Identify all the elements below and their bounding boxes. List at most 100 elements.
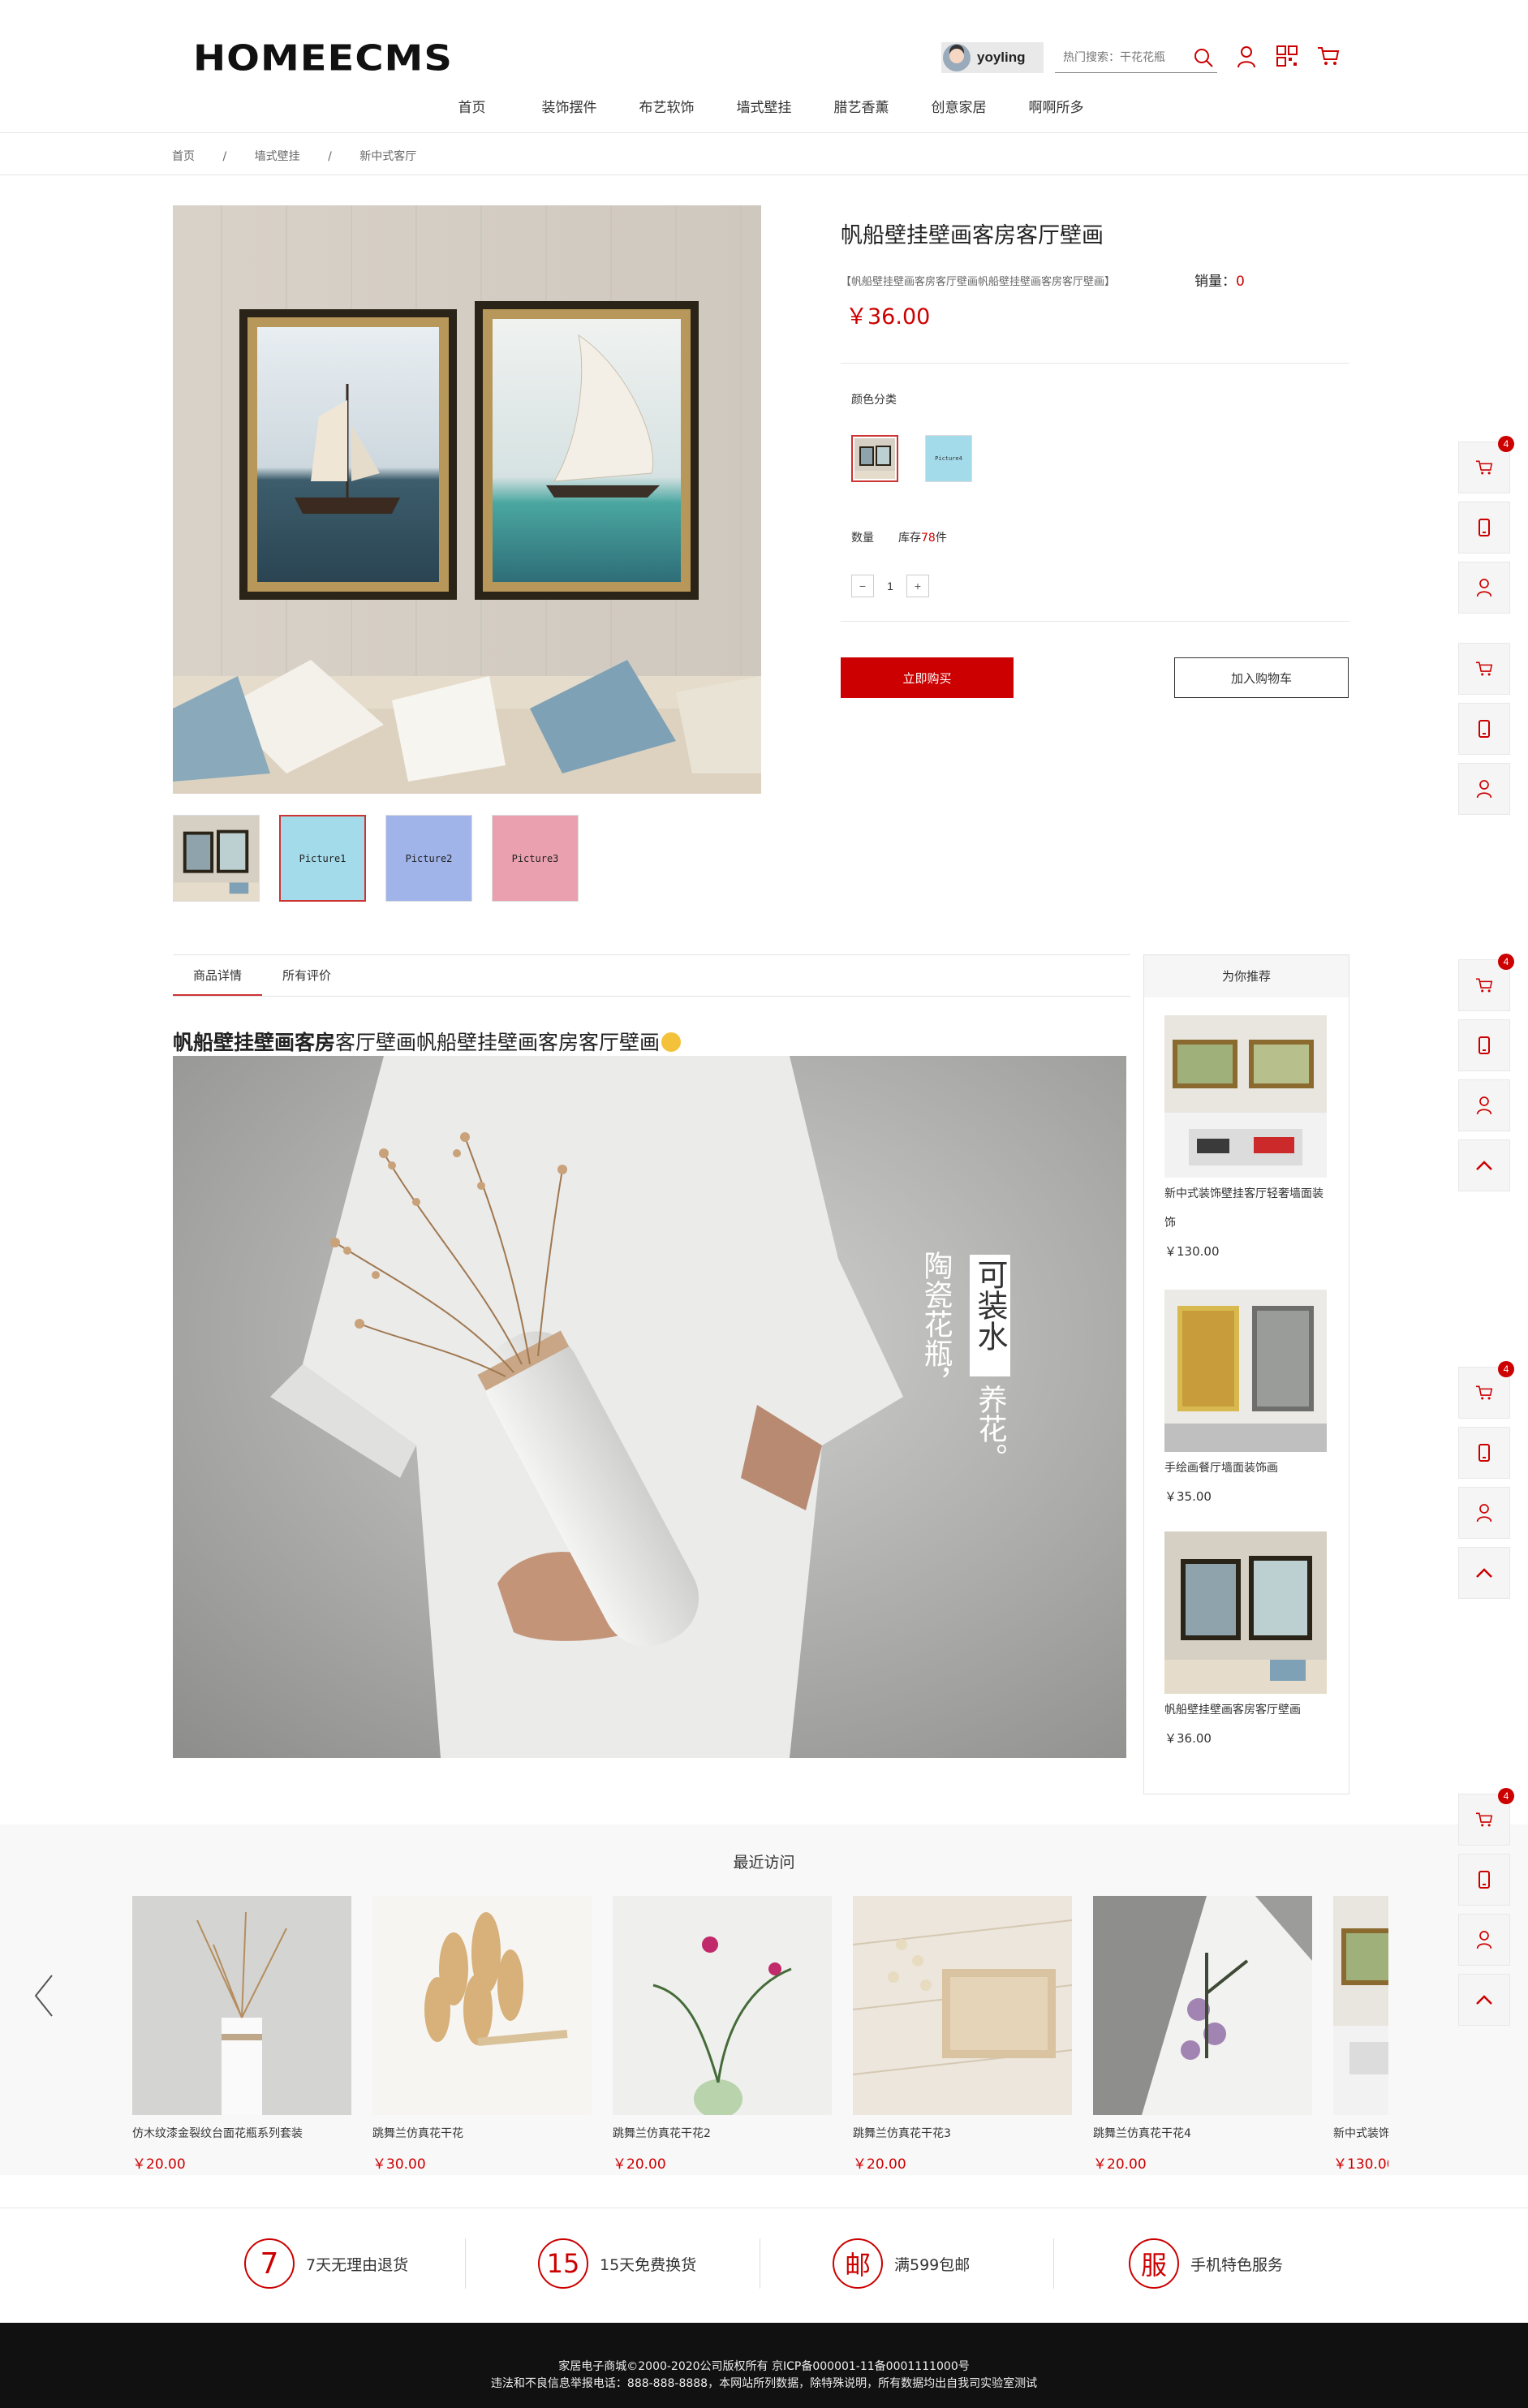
recent-image[interactable] (1333, 1896, 1388, 2115)
crumb-current[interactable]: 新中式客厅 (359, 150, 416, 163)
cart-icon (1476, 661, 1493, 676)
user-icon (1476, 579, 1492, 597)
recent-image[interactable] (613, 1896, 832, 2115)
detail-image: 陶瓷花瓶， 可装水 养花。 (173, 1056, 1126, 1758)
recent-image[interactable] (1093, 1896, 1312, 2115)
increase-button[interactable]: + (906, 575, 929, 597)
side-cart-button[interactable] (1458, 643, 1510, 695)
color-label: 颜色分类 (851, 394, 897, 407)
nav-more[interactable]: 啊啊所多 (1008, 96, 1105, 116)
recent-name[interactable]: 仿木纹漆金裂纹台面花瓶系列套装 (132, 2125, 351, 2141)
nav-wall[interactable]: 墙式壁挂 (716, 96, 813, 116)
search-bar[interactable] (1055, 42, 1217, 73)
stock-unit: 件 (935, 532, 947, 545)
product-main-image[interactable] (173, 205, 761, 794)
recommend-item[interactable]: 手绘画餐厅墙面装饰画 ￥35.00 (1164, 1290, 1327, 1505)
recommend-name[interactable]: 帆船壁挂壁画客房客厅壁画 (1164, 1695, 1327, 1725)
decrease-button[interactable]: − (851, 575, 874, 597)
nav-decor[interactable]: 装饰摆件 (521, 96, 618, 116)
recent-carousel: 仿木纹漆金裂纹台面花瓶系列套装 ￥20.00 跳舞兰仿真花干花 ￥30.00 跳… (132, 1896, 1388, 2172)
search-input[interactable] (1055, 50, 1185, 64)
quantity-value[interactable]: 1 (874, 579, 906, 592)
detail-tabs: 商品详情 所有评价 (173, 954, 1130, 997)
recent-item[interactable]: 跳舞兰仿真花干花 ￥30.00 (372, 1896, 592, 2172)
recent-price: ￥30.00 (372, 2156, 426, 2172)
recent-name[interactable]: 新中式装饰 (1333, 2125, 1388, 2141)
nav-home[interactable]: 首页 (424, 96, 521, 116)
recommend-item[interactable]: 新中式装饰壁挂客厅轻奢墙面装饰 ￥130.00 (1164, 1015, 1327, 1260)
mobile-icon (1479, 1444, 1490, 1462)
recommend-image[interactable] (1164, 1531, 1327, 1694)
search-icon[interactable] (1193, 47, 1214, 68)
vase-text-1: 陶瓷花瓶， (919, 1251, 953, 1397)
footer: 家居电子商城©2000-2020公司版权所有 京ICP备000001-11备00… (0, 2323, 1528, 2408)
recent-name[interactable]: 跳舞兰仿真花干花2 (613, 2125, 832, 2141)
recent-item[interactable]: 新中式装饰 ￥130.00 (1333, 1896, 1388, 2172)
carousel-prev-icon[interactable] (32, 1974, 55, 2018)
side-cart-button[interactable]: 4 (1458, 436, 1514, 493)
side-user-button[interactable] (1458, 562, 1510, 614)
recommend-image[interactable] (1164, 1015, 1327, 1178)
thumbnail-2[interactable]: Picture2 (385, 815, 472, 902)
add-to-cart-button[interactable]: 加入购物车 (1174, 657, 1349, 698)
side-mobile-button[interactable] (1458, 1427, 1510, 1479)
color-swatch-1[interactable]: Picture4 (925, 435, 972, 482)
thumbnail-3[interactable]: Picture3 (492, 815, 579, 902)
recent-name[interactable]: 跳舞兰仿真花干花 (372, 2125, 592, 2141)
side-user-button[interactable] (1458, 1487, 1510, 1539)
side-mobile-button[interactable] (1458, 1854, 1510, 1906)
back-to-top-button[interactable] (1458, 1547, 1510, 1599)
tab-reviews[interactable]: 所有评价 (262, 955, 351, 996)
user-chip[interactable]: yoyling (941, 42, 1044, 73)
back-to-top-button[interactable] (1458, 1139, 1510, 1191)
divider (841, 621, 1349, 622)
side-mobile-button[interactable] (1458, 502, 1510, 554)
user-icon[interactable] (1237, 45, 1256, 68)
recent-image[interactable] (853, 1896, 1072, 2115)
recent-image[interactable] (372, 1896, 592, 2115)
recent-price: ￥20.00 (613, 2156, 666, 2172)
recent-item[interactable]: 跳舞兰仿真花干花4 ￥20.00 (1093, 1896, 1312, 2172)
recent-item[interactable]: 跳舞兰仿真花干花2 ￥20.00 (613, 1896, 832, 2172)
footer-notice: 违法和不良信息举报电话：888-888-8888，本网站所列数据，除特殊说明，所… (490, 2377, 1038, 2390)
recommend-name[interactable]: 新中式装饰壁挂客厅轻奢墙面装饰 (1164, 1179, 1327, 1238)
recommend-image[interactable] (1164, 1290, 1327, 1452)
thumbnail-1[interactable]: Picture1 (279, 815, 366, 902)
side-cart-button[interactable]: 4 (1458, 954, 1514, 1011)
back-to-top-button[interactable] (1458, 1974, 1510, 2026)
nav-fabric[interactable]: 布艺软饰 (618, 96, 716, 116)
quantity-stepper: − 1 + (851, 575, 929, 597)
thumbnail-0[interactable] (173, 815, 260, 902)
site-logo[interactable]: HOMEECMS (193, 38, 453, 79)
recommend-name[interactable]: 手绘画餐厅墙面装饰画 (1164, 1454, 1327, 1483)
recommend-price: ￥130.00 (1164, 1244, 1220, 1259)
side-user-button[interactable] (1458, 1079, 1510, 1131)
nav-aroma[interactable]: 腊艺香薰 (813, 96, 910, 116)
recent-item[interactable]: 仿木纹漆金裂纹台面花瓶系列套装 ￥20.00 (132, 1896, 351, 2172)
qrcode-icon[interactable] (1276, 45, 1298, 67)
side-user-button[interactable] (1458, 763, 1510, 815)
crumb-wall[interactable]: 墙式壁挂 (255, 150, 300, 163)
mobile-icon (1479, 720, 1490, 738)
side-mobile-button[interactable] (1458, 1019, 1510, 1071)
crumb-home[interactable]: 首页 (172, 150, 195, 163)
service-label: 手机特色服务 (1190, 2255, 1284, 2274)
side-user-button[interactable] (1458, 1914, 1510, 1966)
cart-icon[interactable] (1317, 45, 1340, 67)
nav-creative[interactable]: 创意家居 (910, 96, 1008, 116)
side-mobile-button[interactable] (1458, 703, 1510, 755)
recommend-item[interactable]: 帆船壁挂壁画客房客厅壁画 ￥36.00 (1164, 1531, 1327, 1747)
color-swatch-0[interactable] (851, 435, 898, 482)
recent-image[interactable] (132, 1896, 351, 2115)
detail-title-rest: 客厅壁画帆船壁挂壁画客房客厅壁画 (335, 1031, 661, 1054)
side-cart-button[interactable]: 4 (1458, 1361, 1514, 1419)
tab-details[interactable]: 商品详情 (173, 955, 263, 996)
side-cart-button[interactable]: 4 (1458, 1788, 1514, 1846)
thumbnail-strip: Picture1 Picture2 Picture3 (173, 815, 579, 902)
recent-name[interactable]: 跳舞兰仿真花干花4 (1093, 2125, 1312, 2141)
recent-item[interactable]: 跳舞兰仿真花干花3 ￥20.00 (853, 1896, 1072, 2172)
sales-count: 销量：0 (1194, 269, 1245, 290)
service-label: 7天无理由退货 (306, 2255, 409, 2274)
recent-name[interactable]: 跳舞兰仿真花干花3 (853, 2125, 1072, 2141)
buy-now-button[interactable]: 立即购买 (841, 657, 1014, 698)
